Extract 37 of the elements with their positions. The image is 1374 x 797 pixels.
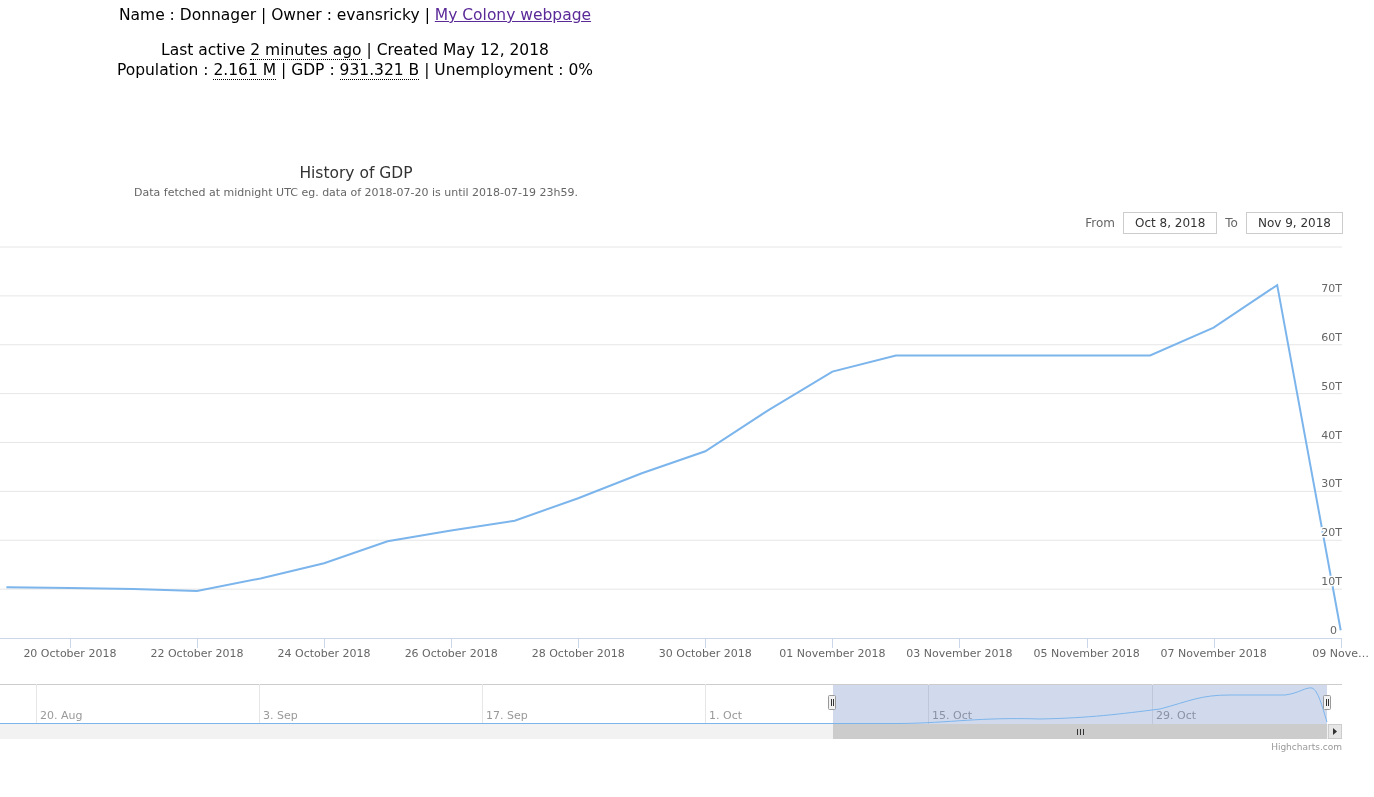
axis-label: 0 bbox=[1330, 624, 1337, 637]
scroll-right-button[interactable] bbox=[1328, 724, 1342, 739]
info-line: Last active 2 minutes ago | Created May 12, 2018 bbox=[161, 40, 549, 60]
axis-label: 70T bbox=[1321, 281, 1342, 295]
axis-label: 05 November 2018 bbox=[1033, 647, 1140, 660]
axis-label: 1. Oct bbox=[709, 709, 742, 722]
range-handle[interactable] bbox=[828, 695, 836, 710]
axis-label: 29. Oct bbox=[1156, 709, 1196, 722]
axis-label: 15. Oct bbox=[932, 709, 972, 722]
chart-title: History of GDP bbox=[299, 163, 413, 183]
info-line: Population : 2.161 M | GDP : 931.321 B | Unemployment : 0% bbox=[116, 60, 594, 80]
axis-label: 01 November 2018 bbox=[779, 647, 886, 660]
axis-label: 17. Sep bbox=[486, 709, 528, 722]
from-date-field[interactable]: Oct 8, 2018 bbox=[1122, 212, 1218, 234]
to-label: To bbox=[1225, 216, 1238, 230]
axis-label: 20. Aug bbox=[40, 709, 83, 722]
axis-label: 30T bbox=[1321, 477, 1342, 491]
axis-label: 22 October 2018 bbox=[150, 647, 244, 660]
axis-label: 50T bbox=[1321, 379, 1342, 393]
from-label: From bbox=[1085, 216, 1115, 230]
axis-label: 09 Nove… bbox=[1312, 647, 1370, 660]
axis-label: 26 October 2018 bbox=[404, 647, 498, 660]
to-date-field[interactable]: Nov 9, 2018 bbox=[1245, 212, 1343, 234]
axis-label: 20 October 2018 bbox=[23, 647, 117, 660]
range-handle[interactable] bbox=[1323, 695, 1331, 710]
webpage-link[interactable]: My Colony webpage bbox=[434, 6, 592, 24]
scrollbar-thumb[interactable] bbox=[833, 724, 1327, 739]
axis-label: 30 October 2018 bbox=[658, 647, 752, 660]
axis-label: 28 October 2018 bbox=[531, 647, 625, 660]
axis-label: 3. Sep bbox=[263, 709, 298, 722]
axis-label: 03 November 2018 bbox=[906, 647, 1013, 660]
info-line: Name : Donnager | Owner : evansricky | My Colony webpage bbox=[118, 5, 592, 25]
axis-label: 60T bbox=[1321, 330, 1342, 344]
axis-label: 24 October 2018 bbox=[277, 647, 371, 660]
axis-label: 40T bbox=[1321, 428, 1342, 442]
chart-subtitle: Data fetched at midnight UTC eg. data of 2018-07-20 is until 2018-07-19 23h59. bbox=[134, 186, 578, 200]
axis-label: 07 November 2018 bbox=[1160, 647, 1267, 660]
